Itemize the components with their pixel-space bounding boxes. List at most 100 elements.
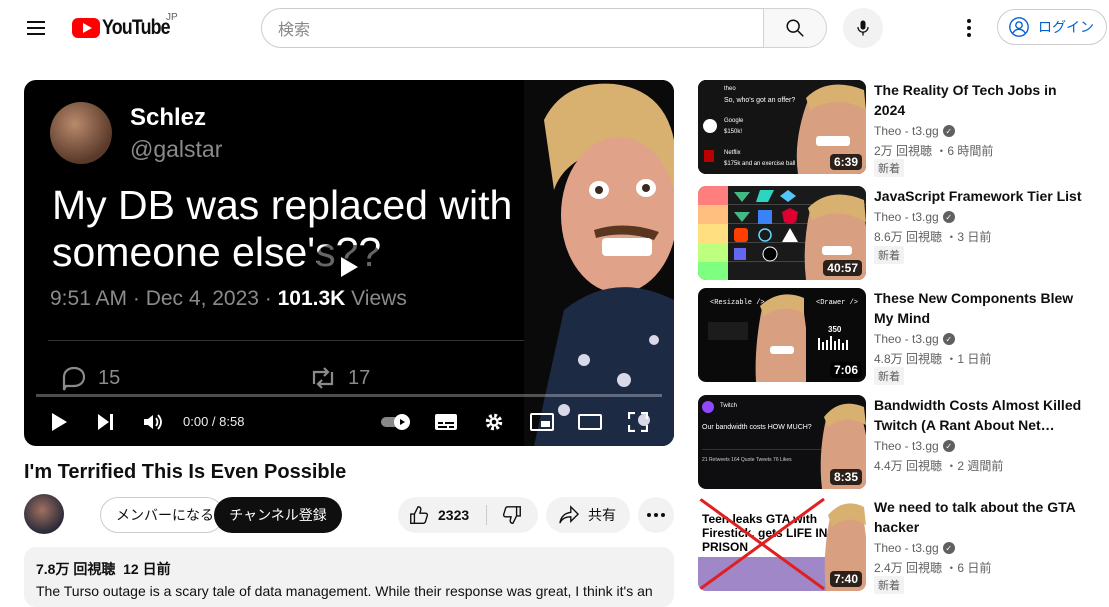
retweet-icon (312, 367, 334, 389)
search-icon (786, 19, 804, 37)
theater-mode-button[interactable] (576, 408, 604, 436)
search-input[interactable]: 検索 (261, 8, 765, 48)
related-title[interactable]: These New Components Blew My Mind (874, 288, 1084, 328)
miniplayer-icon (530, 413, 554, 431)
join-button[interactable]: メンバーになる (100, 497, 224, 533)
channel-name: Theo - t3.gg (874, 541, 939, 555)
settings-menu-button[interactable] (955, 14, 983, 42)
dislike-button[interactable] (487, 497, 537, 533)
thumb-text: PRISON (702, 540, 748, 554)
video-thumbnail: Teen leaks GTA with Firestick, gets LIFE… (698, 497, 866, 591)
related-video[interactable]: Twitch Our bandwidth costs HOW MUCH? 21 … (698, 395, 1108, 491)
related-channel[interactable]: Theo - t3.gg ✓ (874, 124, 955, 138)
new-badge: 新着 (874, 246, 904, 264)
channel-name: Theo - t3.gg (874, 332, 939, 346)
duration-badge: 7:06 (829, 362, 862, 378)
tweet-views-count: 101.3K (277, 287, 346, 310)
channel-name: Theo - t3.gg (874, 439, 939, 453)
next-button[interactable] (92, 408, 120, 436)
duration-badge: 8:35 (829, 469, 862, 485)
fullscreen-icon (628, 412, 648, 432)
related-video[interactable]: <Resizable /> <Drawer /> 350 7:06 These … (698, 288, 1108, 385)
thumb-text: <Resizable /> (710, 299, 765, 307)
related-channel[interactable]: Theo - t3.gg ✓ (874, 332, 955, 346)
related-title[interactable]: The Reality Of Tech Jobs in 2024 (874, 80, 1084, 120)
tweet-avatar (50, 102, 112, 164)
mic-icon (857, 20, 869, 36)
miniplayer-button[interactable] (528, 408, 556, 436)
channel-name: Theo - t3.gg (874, 124, 939, 138)
thumbs-down-icon (502, 506, 521, 524)
thumb-text: Netflix (724, 150, 741, 156)
time-display: 0:00 / 8:58 (183, 414, 245, 429)
like-count: 2323 (438, 507, 470, 523)
youtube-play-icon (72, 18, 100, 38)
login-button[interactable]: ログイン (997, 9, 1107, 45)
related-meta: 2万 回視聴 ・6 時間前 (874, 144, 994, 158)
related-channel[interactable]: Theo - t3.gg ✓ (874, 439, 955, 453)
new-badge: 新着 (874, 367, 904, 385)
channel-name: Theo - t3.gg (874, 210, 939, 224)
join-label: メンバーになる (116, 507, 214, 523)
description-box[interactable]: 7.8万 回視聴 12 日前 The Turso outage is a sca… (24, 547, 674, 607)
progress-bar[interactable] (36, 394, 662, 397)
fullscreen-button[interactable] (624, 408, 652, 436)
theater-icon (578, 414, 602, 430)
new-badge: 新着 (874, 159, 904, 177)
region-code: JP (166, 12, 178, 23)
description-stats: 7.8万 回視聴 12 日前 (36, 559, 662, 579)
tweet-name: Schlez (130, 104, 207, 131)
duration-badge: 6:39 (829, 154, 862, 170)
presenter-image (524, 80, 674, 446)
menu-icon[interactable] (20, 14, 52, 42)
channel-avatar[interactable] (24, 494, 64, 534)
play-button[interactable] (45, 408, 73, 436)
dot-icon (661, 513, 665, 517)
account-icon (1009, 17, 1029, 37)
tweet-replies: 15 (58, 364, 120, 392)
reply-icon (62, 366, 86, 391)
gear-icon (485, 413, 503, 431)
like-button[interactable]: 2323 (398, 497, 486, 533)
related-video[interactable]: 40:57 JavaScript Framework Tier List The… (698, 186, 1108, 282)
search-button[interactable] (763, 8, 827, 48)
verified-icon: ✓ (942, 125, 955, 137)
related-title[interactable]: We need to talk about the GTA hacker (874, 497, 1084, 537)
volume-icon (144, 414, 162, 430)
related-video[interactable]: Teen leaks GTA with Firestick, gets LIFE… (698, 497, 1108, 594)
related-meta: 4.8万 回視聴 ・1 日前 (874, 352, 992, 366)
view-count: 7.8万 回視聴 (36, 561, 116, 577)
voice-search-button[interactable] (843, 8, 883, 48)
subtitles-icon (435, 414, 457, 430)
related-title[interactable]: Bandwidth Costs Almost Killed Twitch (A … (874, 395, 1084, 435)
verified-icon: ✓ (942, 211, 955, 223)
video-player[interactable]: Schlez @galstar My DB was replaced with … (24, 80, 674, 446)
autoplay-icon (381, 414, 410, 430)
play-icon (52, 413, 67, 431)
thumb-text: $150k! (724, 129, 742, 135)
volume-button[interactable] (139, 408, 167, 436)
video-title: I'm Terrified This Is Even Possible (24, 461, 347, 483)
related-title[interactable]: JavaScript Framework Tier List (874, 186, 1084, 206)
dot-icon (647, 513, 651, 517)
subtitles-button[interactable] (432, 408, 460, 436)
search-placeholder: 検索 (278, 22, 311, 39)
dot-icon (967, 19, 971, 23)
share-icon (559, 505, 580, 524)
autoplay-toggle[interactable] (380, 408, 414, 436)
related-channel[interactable]: Theo - t3.gg ✓ (874, 210, 955, 224)
verified-icon: ✓ (942, 333, 955, 345)
settings-button[interactable] (480, 408, 508, 436)
more-actions-button[interactable] (638, 497, 674, 533)
subscribe-button[interactable]: チャンネル登録 (214, 497, 342, 533)
thumb-text: Our bandwidth costs HOW MUCH? (702, 424, 812, 431)
duration-badge: 40:57 (823, 260, 862, 276)
share-button[interactable]: 共有 (546, 497, 630, 533)
related-channel[interactable]: Theo - t3.gg ✓ (874, 541, 955, 555)
related-meta: 2.4万 回視聴 ・6 日前 (874, 561, 992, 575)
play-overlay-button[interactable] (317, 245, 381, 289)
related-meta: 8.6万 回視聴 ・3 日前 (874, 230, 992, 244)
related-video[interactable]: theo So, who's got an offer? Google $150… (698, 80, 1108, 177)
thumb-text: $175k and an exercise ball (724, 161, 795, 167)
tweet-time: 9:51 AM · Dec 4, 2023 · (50, 287, 278, 310)
